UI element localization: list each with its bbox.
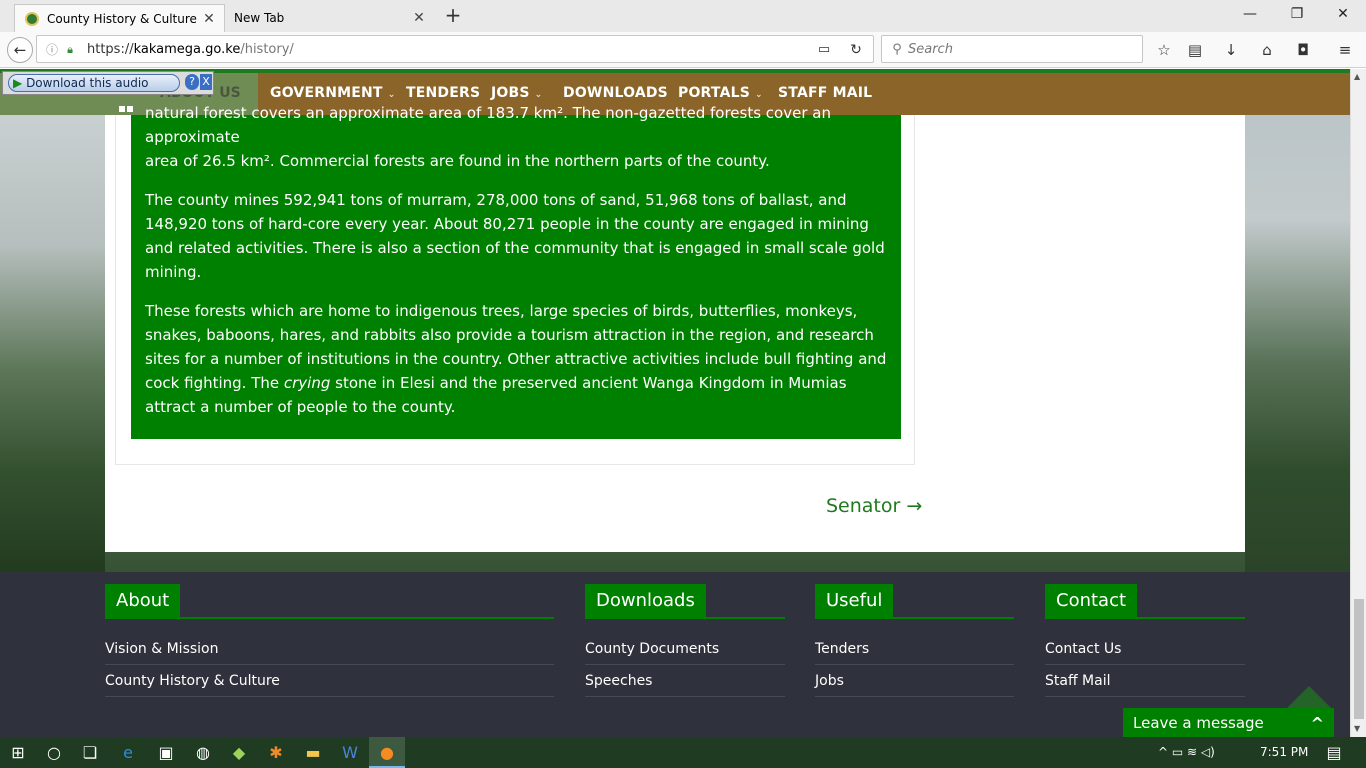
footer-heading: Contact xyxy=(1045,584,1138,617)
pocket-icon[interactable]: ◘ xyxy=(1292,40,1314,60)
tab-new-tab[interactable]: New Tab ✕ xyxy=(226,4,434,32)
footer-column-about: About Vision & Mission County History & … xyxy=(105,584,554,697)
tab-label: County History & Culture ... xyxy=(47,11,200,26)
search-placeholder: Search xyxy=(908,42,953,57)
tab-county-history[interactable]: County History & Culture ... ✕ xyxy=(14,4,225,32)
minimize-button[interactable]: — xyxy=(1238,4,1262,26)
footer-link-jobs[interactable]: Jobs xyxy=(815,665,1014,697)
hamburger-menu-icon[interactable]: ≡ xyxy=(1334,40,1356,60)
scroll-to-top-icon[interactable] xyxy=(1287,686,1331,708)
search-icon: ⚲ xyxy=(892,42,902,57)
county-logo-icon xyxy=(25,11,39,26)
footer-heading: Useful xyxy=(815,584,894,617)
main-content-panel: natural forest covers an approximate are… xyxy=(105,104,1245,552)
browser-titlebar: County History & Culture ... ✕ New Tab ✕… xyxy=(0,0,1366,32)
chevron-down-icon: ⌄ xyxy=(755,90,763,100)
file-explorer-icon[interactable]: ▬ xyxy=(295,737,331,768)
search-input[interactable]: ⚲ Search xyxy=(881,35,1143,63)
android-studio-icon[interactable]: ◆ xyxy=(221,737,257,768)
menu-item-government[interactable]: GOVERNMENT ⌄ xyxy=(270,85,395,101)
download-audio-button[interactable]: ▶ Download this audio xyxy=(8,74,180,92)
firefox-icon[interactable]: ● xyxy=(369,737,405,768)
footer-column-downloads: Downloads County Documents Speeches xyxy=(585,584,785,697)
chat-label: Leave a message xyxy=(1133,714,1264,732)
app-icon[interactable]: ◍ xyxy=(185,737,221,768)
download-arrow-icon[interactable]: ↓ xyxy=(1220,40,1242,60)
menu-item-staff-mail[interactable]: STAFF MAIL xyxy=(778,85,872,101)
bookmark-star-icon[interactable]: ☆ xyxy=(1153,40,1175,60)
windows-taskbar: ⊞ ○ ❏ e ▣ ◍ ◆ ✱ ▬ W ● ^ ▭ ≋ ◁) 7:51 PM ▤ xyxy=(0,737,1366,768)
close-icon[interactable]: X xyxy=(200,74,212,90)
page-scrollbar[interactable]: ▲ ▼ xyxy=(1350,69,1366,737)
notifications-icon[interactable]: ▤ xyxy=(1316,737,1352,768)
help-icon[interactable]: ? xyxy=(185,74,199,90)
close-window-button[interactable]: ✕ xyxy=(1331,4,1355,26)
footer-column-contact: Contact Contact Us Staff Mail xyxy=(1045,584,1245,697)
scrollbar-thumb[interactable] xyxy=(1354,599,1364,719)
article-paragraph: natural forest covers an approximate are… xyxy=(145,104,831,170)
menu-item-downloads[interactable]: DOWNLOADS xyxy=(563,85,668,101)
chevron-down-icon: ⌄ xyxy=(534,90,543,100)
bookmarks-library-icon[interactable]: ▤ xyxy=(1184,40,1206,60)
footer-link-contact-us[interactable]: Contact Us xyxy=(1045,633,1245,665)
scroll-down-arrow-icon[interactable]: ▼ xyxy=(1354,724,1360,733)
divider xyxy=(1045,617,1245,619)
cortana-search-icon[interactable]: ○ xyxy=(36,737,72,768)
system-tray[interactable]: ^ ▭ ≋ ◁) xyxy=(1158,737,1215,768)
footer-link-speeches[interactable]: Speeches xyxy=(585,665,785,697)
audio-download-widget: ▶ Download this audio ? X xyxy=(2,71,214,95)
web-page: ABOUT US GOVERNMENT⌄ TENDERS JOBS⌄ DOWNL… xyxy=(0,69,1350,737)
live-chat-bar[interactable]: Leave a message ^ xyxy=(1123,708,1334,737)
next-post-link[interactable]: Senator → xyxy=(826,495,922,517)
word-icon[interactable]: W xyxy=(332,737,368,768)
article-paragraph: The county mines 592,941 tons of murram,… xyxy=(145,191,885,281)
article-card: natural forest covers an approximate are… xyxy=(115,104,915,465)
menu-item-portals[interactable]: PORTALS ⌄ xyxy=(678,85,763,101)
divider xyxy=(105,617,554,619)
new-tab-button[interactable]: + xyxy=(443,4,463,28)
scroll-up-arrow-icon[interactable]: ▲ xyxy=(1354,72,1360,81)
xampp-icon[interactable]: ✱ xyxy=(258,737,294,768)
footer-link-tenders[interactable]: Tenders xyxy=(815,633,1014,665)
footer-heading: Downloads xyxy=(585,584,706,617)
forest-background-right xyxy=(1245,69,1350,572)
play-icon: ▶ xyxy=(13,76,23,90)
footer-link-county-history[interactable]: County History & Culture xyxy=(105,665,554,697)
footer-link-staff-mail[interactable]: Staff Mail xyxy=(1045,665,1245,697)
chevron-down-icon: ⌄ xyxy=(387,90,396,100)
restore-button[interactable]: ❐ xyxy=(1285,4,1309,26)
reader-view-icon[interactable]: ▭ xyxy=(813,40,835,60)
reload-icon[interactable]: ↻ xyxy=(845,40,867,60)
windows-start-icon[interactable]: ⊞ xyxy=(0,737,36,768)
close-icon[interactable]: ✕ xyxy=(410,10,428,26)
task-view-icon[interactable]: ❏ xyxy=(72,737,108,768)
store-icon[interactable]: ▣ xyxy=(148,737,184,768)
divider xyxy=(815,617,1014,619)
edge-browser-icon[interactable]: e xyxy=(110,737,146,768)
forest-background-left xyxy=(0,69,105,572)
chevron-up-icon: ^ xyxy=(1310,714,1324,733)
browser-navbar: ← ⓘ 🔒︎ https://kakamega.go.ke/history/ ▭… xyxy=(0,32,1366,68)
footer-column-useful: Useful Tenders Jobs xyxy=(815,584,1014,697)
tab-label: New Tab xyxy=(234,11,285,25)
article-body: natural forest covers an approximate are… xyxy=(131,104,901,439)
footer-heading: About xyxy=(105,584,181,617)
close-icon[interactable]: ✕ xyxy=(200,11,218,27)
clock[interactable]: 7:51 PM xyxy=(1260,737,1308,768)
menu-item-tenders[interactable]: TENDERS xyxy=(406,85,480,101)
url-text: https://kakamega.go.ke/history/ xyxy=(87,42,294,57)
url-bar[interactable]: ⓘ 🔒︎ https://kakamega.go.ke/history/ ▭ ↻ xyxy=(36,35,874,63)
menu-grid-icon[interactable] xyxy=(119,97,135,112)
back-arrow-icon[interactable]: ← xyxy=(7,37,33,63)
footer-link-vision-mission[interactable]: Vision & Mission xyxy=(105,633,554,665)
menu-item-jobs[interactable]: JOBS ⌄ xyxy=(491,85,542,101)
home-icon[interactable]: ⌂ xyxy=(1256,40,1278,60)
divider xyxy=(585,617,785,619)
article-paragraph: These forests which are home to indigeno… xyxy=(145,302,887,416)
footer-link-county-documents[interactable]: County Documents xyxy=(585,633,785,665)
lock-icon: 🔒︎ xyxy=(67,43,73,56)
